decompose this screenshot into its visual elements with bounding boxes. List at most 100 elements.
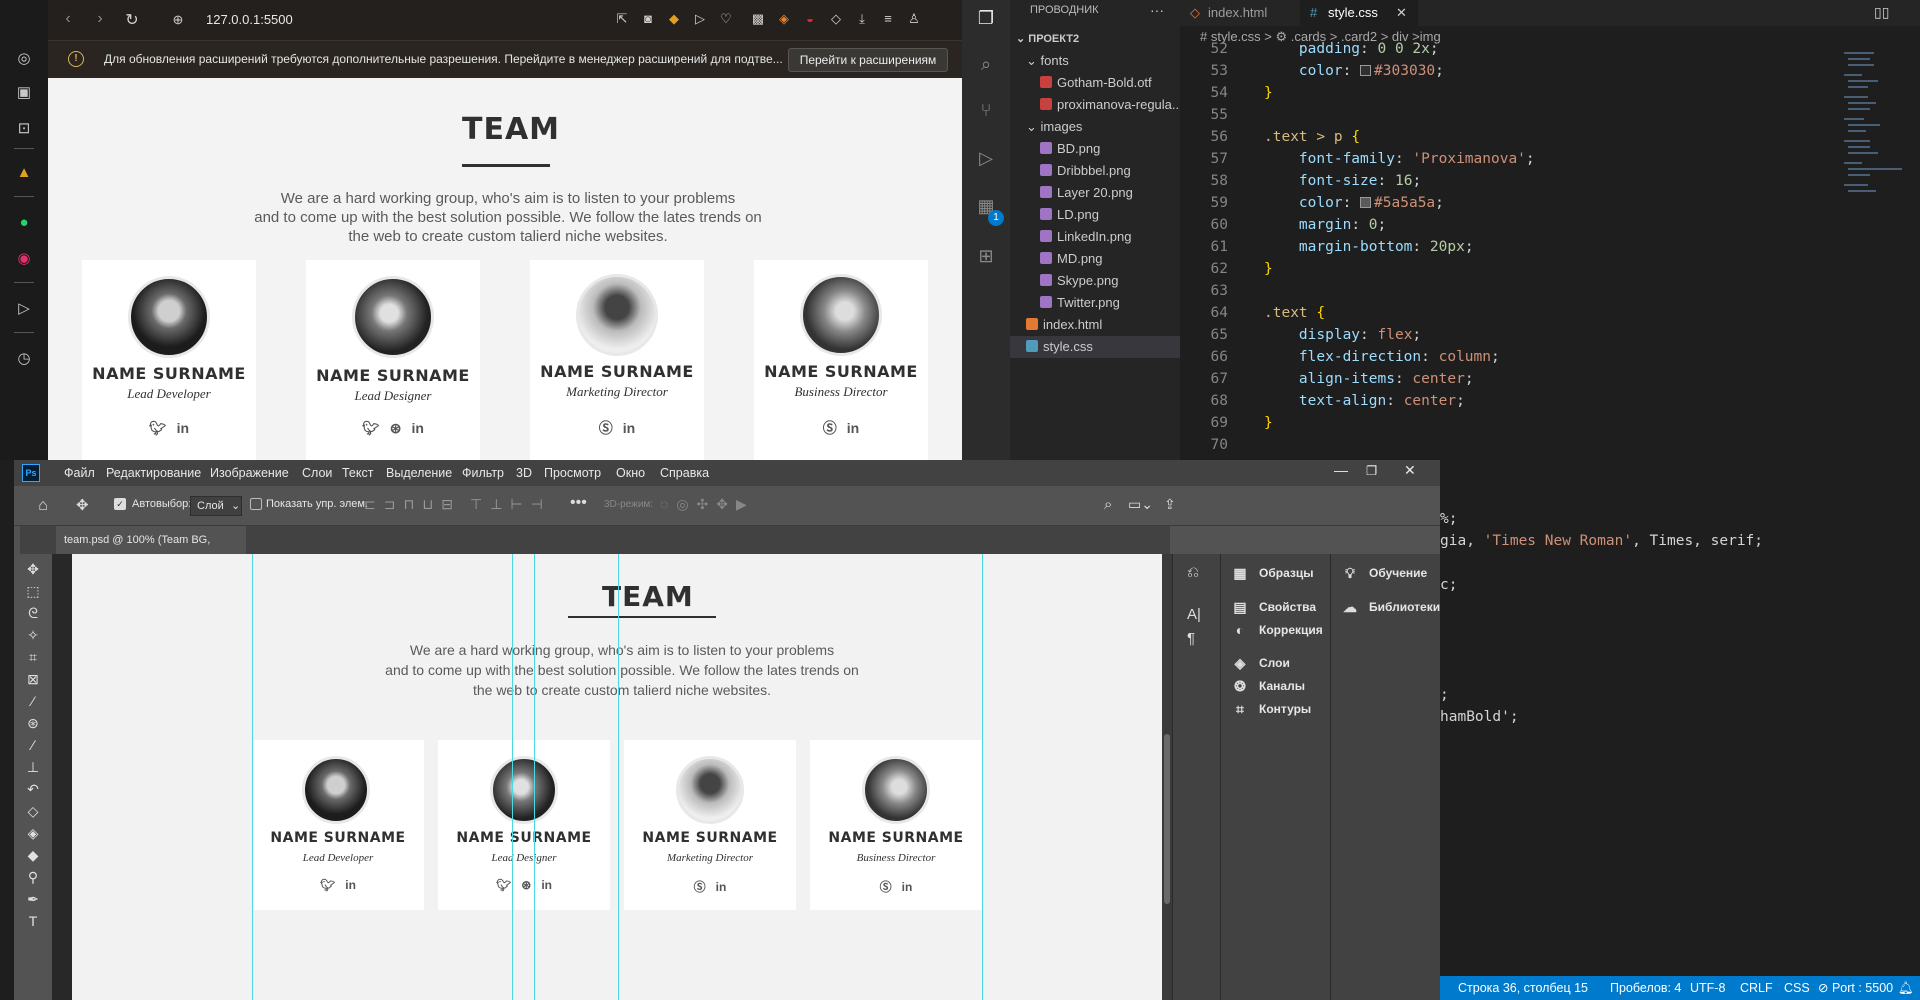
- whatsapp-icon[interactable]: ●: [14, 212, 34, 232]
- speed-dial-icon[interactable]: ◎: [14, 48, 34, 68]
- line-endings[interactable]: CRLF: [1740, 976, 1773, 1000]
- code-line[interactable]: 56 .text > p {: [1180, 126, 1740, 148]
- code-line[interactable]: 63: [1180, 280, 1740, 302]
- ps-guide[interactable]: [512, 554, 513, 1000]
- menu-layer[interactable]: Слои: [302, 466, 332, 480]
- tree-file[interactable]: Skype.png: [1010, 270, 1180, 292]
- menu-select[interactable]: Выделение: [386, 466, 452, 480]
- tree-file[interactable]: Layer 20.png: [1010, 182, 1180, 204]
- player-icon[interactable]: ▷: [14, 298, 34, 318]
- remote-icon[interactable]: ⊞: [974, 246, 998, 270]
- magic-wand-icon[interactable]: ✧: [24, 626, 42, 644]
- skype-icon[interactable]: Ⓢ: [823, 418, 837, 438]
- show-controls-checkbox[interactable]: [250, 498, 262, 510]
- crypto-wallet-icon[interactable]: ▲: [14, 162, 34, 182]
- brush-tool-icon[interactable]: ∕: [24, 736, 42, 754]
- layer-select-dropdown[interactable]: Слой ⌄: [190, 496, 242, 516]
- maximize-icon[interactable]: ❐: [1366, 463, 1377, 478]
- eraser-icon[interactable]: ◇: [24, 802, 42, 820]
- shopping-bag-icon[interactable]: ▣: [14, 82, 34, 102]
- character-panel-icon[interactable]: A|: [1187, 606, 1201, 623]
- site-info-icon[interactable]: ⊕: [168, 12, 188, 28]
- pen-tool-icon[interactable]: ✒: [24, 890, 42, 908]
- marquee-tool-icon[interactable]: ⬚: [24, 582, 42, 600]
- aria-icon[interactable]: ⊡: [14, 118, 34, 138]
- tree-file[interactable]: MD.png: [1010, 248, 1180, 270]
- search-icon[interactable]: ⌕: [974, 54, 998, 78]
- autoselect-checkbox[interactable]: ✓: [114, 498, 126, 510]
- project-root[interactable]: ⌄ ПРОЕКТ2: [1010, 28, 1180, 50]
- menu-view[interactable]: Просмотр: [544, 466, 601, 480]
- easy-setup-icon[interactable]: ≡: [880, 11, 896, 27]
- tree-file[interactable]: BD.png: [1010, 138, 1180, 160]
- lasso-tool-icon[interactable]: ᘓ: [24, 604, 42, 622]
- tree-file[interactable]: index.html: [1010, 314, 1180, 336]
- code-line[interactable]: 67 align-items: center;: [1180, 368, 1740, 390]
- tab-index-html[interactable]: ◇ index.html: [1180, 0, 1300, 26]
- tree-file[interactable]: LD.png: [1010, 204, 1180, 226]
- document-tab[interactable]: team.psd @ 100% (Team BG, RGB/8*) *✕: [56, 526, 246, 574]
- history-brush-icon[interactable]: ↶: [24, 780, 42, 798]
- code-line[interactable]: 66 flex-direction: column;: [1180, 346, 1740, 368]
- menu-filter[interactable]: Фильтр: [462, 466, 504, 480]
- close-icon[interactable]: ✕: [1404, 462, 1416, 479]
- code-line[interactable]: 70: [1180, 434, 1740, 456]
- crop-tool-icon[interactable]: ⌗: [24, 648, 42, 666]
- tree-file[interactable]: proximanova-regula...: [1010, 94, 1180, 116]
- heart-icon[interactable]: ♡: [718, 11, 734, 27]
- url-field[interactable]: 127.0.0.1:5500: [206, 12, 293, 27]
- align-icons[interactable]: ⊏⊐⊓⊔⊟: [364, 496, 461, 513]
- code-line[interactable]: 59 color: #5a5a5a;: [1180, 192, 1740, 214]
- tree-folder[interactable]: ⌄ images: [1010, 116, 1180, 138]
- notifications-icon[interactable]: 🔔︎: [1898, 976, 1914, 1000]
- move-tool-icon[interactable]: ✥: [76, 496, 89, 514]
- send-icon[interactable]: ▷: [692, 11, 708, 27]
- history-panel-icon[interactable]: ⎌: [1187, 564, 1199, 581]
- tree-file[interactable]: Gotham-Bold.otf: [1010, 72, 1180, 94]
- 3d-tools-icons[interactable]: ◌◎✣✥▶: [660, 496, 755, 513]
- instagram-icon[interactable]: ◉: [14, 248, 34, 268]
- vpn-icon[interactable]: ◒: [802, 11, 818, 27]
- panel-swatches[interactable]: ▦ Образцы: [1221, 560, 1331, 586]
- tree-file[interactable]: Dribbbel.png: [1010, 160, 1180, 182]
- linkedin-icon[interactable]: in: [177, 420, 189, 436]
- code-line[interactable]: 55: [1180, 104, 1740, 126]
- blur-tool-icon[interactable]: ◆: [24, 846, 42, 864]
- dodge-tool-icon[interactable]: ⚲: [24, 868, 42, 886]
- twitter-icon[interactable]: 🐦︎: [149, 420, 167, 437]
- encoding[interactable]: UTF-8: [1690, 976, 1725, 1000]
- ps-document-canvas[interactable]: TEAM We are a hard working group, who's …: [72, 554, 1162, 1000]
- code-line[interactable]: 60 margin: 0;: [1180, 214, 1740, 236]
- menu-window[interactable]: Окно: [616, 466, 645, 480]
- skype-icon[interactable]: Ⓢ: [599, 418, 613, 438]
- panel-learn[interactable]: 💡︎ Обучение: [1331, 560, 1440, 586]
- twitter-icon[interactable]: 🐦︎: [362, 420, 380, 437]
- code-line[interactable]: 61 margin-bottom: 20px;: [1180, 236, 1740, 258]
- tree-file[interactable]: Twitter.png: [1010, 292, 1180, 314]
- eyedropper-icon[interactable]: ⁄: [24, 692, 42, 710]
- dribbble-icon[interactable]: ⊛: [390, 420, 402, 437]
- profile-icon[interactable]: ♙: [906, 11, 922, 27]
- adblock-icon[interactable]: ◆: [666, 11, 682, 27]
- menu-help[interactable]: Справка: [660, 466, 709, 480]
- code-line[interactable]: 52 padding: 0 0 2x;: [1180, 38, 1740, 60]
- code-line[interactable]: 62}: [1180, 258, 1740, 280]
- linkedin-icon[interactable]: in: [847, 420, 859, 436]
- menu-image[interactable]: Изображение: [210, 466, 289, 480]
- download-icon[interactable]: ⤓: [854, 11, 870, 27]
- reload-icon[interactable]: ↻: [122, 10, 142, 30]
- minimap[interactable]: [1840, 48, 1904, 228]
- code-line[interactable]: 69}: [1180, 412, 1740, 434]
- menu-type[interactable]: Текст: [342, 466, 373, 480]
- menu-3d[interactable]: 3D: [516, 466, 532, 480]
- ps-guide[interactable]: [618, 554, 619, 1000]
- more-options-icon[interactable]: •••: [570, 494, 587, 512]
- workspace-icon[interactable]: ▭⌄: [1128, 496, 1153, 513]
- extension-cat-icon[interactable]: ▩: [750, 11, 766, 27]
- ps-vertical-scrollbar[interactable]: [1162, 554, 1172, 1000]
- search-icon[interactable]: ⌕: [1104, 496, 1112, 513]
- tree-file[interactable]: LinkedIn.png: [1010, 226, 1180, 248]
- healing-brush-icon[interactable]: ⊛: [24, 714, 42, 732]
- tree-file-selected[interactable]: style.css: [1010, 336, 1180, 358]
- menu-edit[interactable]: Редактирование: [106, 466, 201, 480]
